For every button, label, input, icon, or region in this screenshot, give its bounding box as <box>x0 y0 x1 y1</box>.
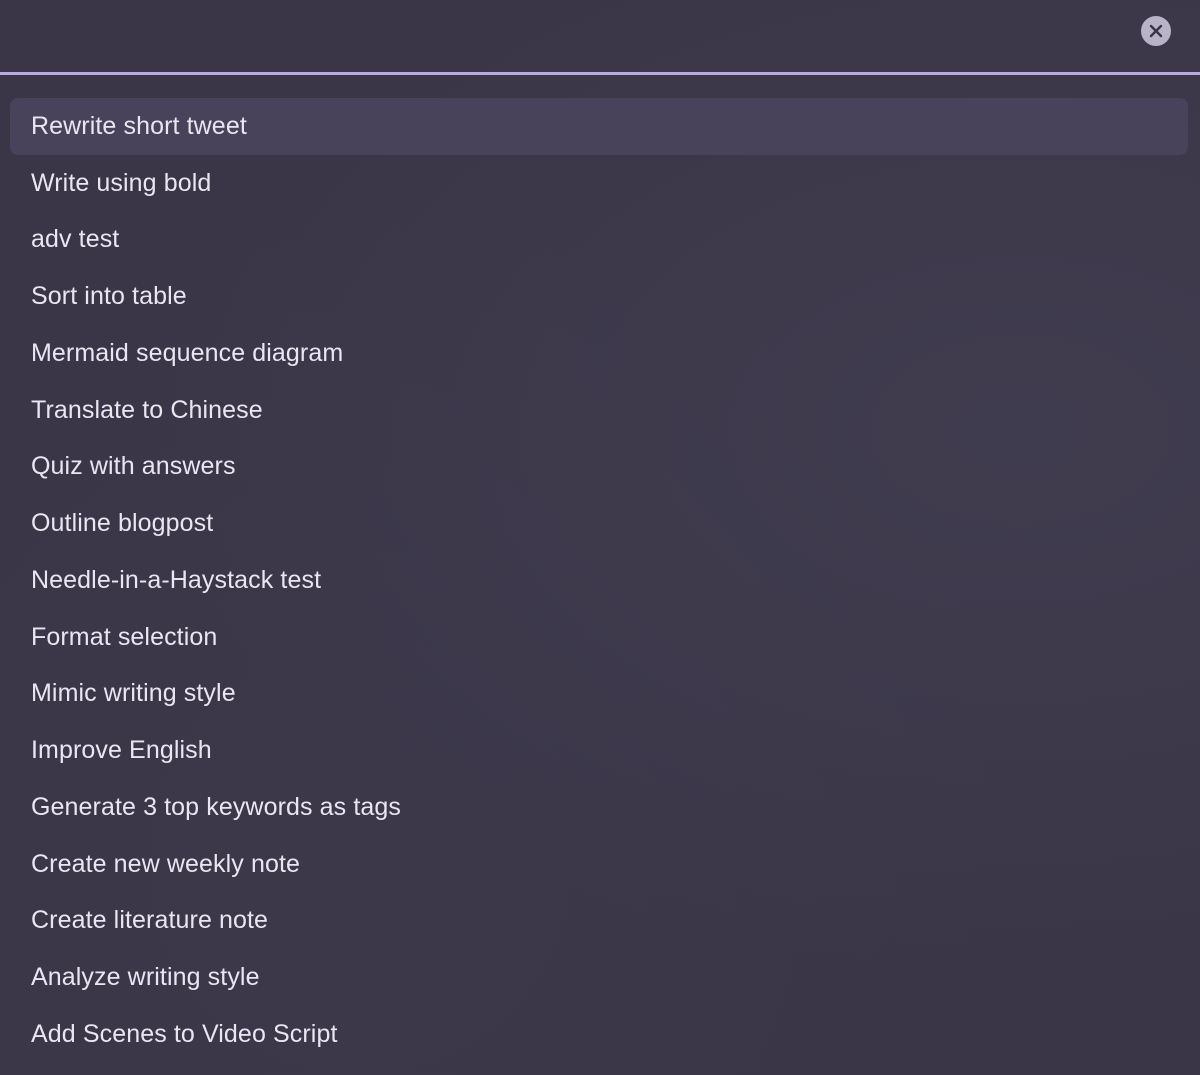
command-label: Quiz with answers <box>31 452 236 481</box>
command-item[interactable]: Add Scenes to Video Script <box>10 1006 1188 1063</box>
command-label: Improve English <box>31 736 212 765</box>
command-item[interactable]: Mimic writing style <box>10 666 1188 723</box>
command-label: Needle-in-a-Haystack test <box>31 565 322 594</box>
command-item[interactable]: Write using bold <box>10 155 1188 212</box>
command-item[interactable]: Format selection <box>10 609 1188 666</box>
command-item[interactable]: Create literature note <box>10 893 1188 950</box>
command-item[interactable]: Sort into table <box>10 268 1188 325</box>
command-label: adv test <box>31 225 120 254</box>
command-label: Mimic writing style <box>31 679 236 708</box>
command-item[interactable]: Translate to Chinese <box>10 382 1188 439</box>
command-list: Rewrite short tweet Write using bold adv… <box>10 98 1188 1063</box>
command-item[interactable]: Create new weekly note <box>10 836 1188 893</box>
command-item[interactable]: Mermaid sequence diagram <box>10 325 1188 382</box>
command-item[interactable]: Quiz with answers <box>10 439 1188 496</box>
command-label: Sort into table <box>31 282 187 311</box>
clear-search-button[interactable] <box>1141 16 1171 46</box>
command-palette: Rewrite short tweet Write using bold adv… <box>0 0 1200 1075</box>
command-label: Add Scenes to Video Script <box>31 1019 338 1048</box>
command-label: Generate 3 top keywords as tags <box>31 792 401 821</box>
command-label: Rewrite short tweet <box>31 111 247 140</box>
command-item[interactable]: Generate 3 top keywords as tags <box>10 779 1188 836</box>
command-label: Format selection <box>31 622 218 651</box>
command-item[interactable]: Needle-in-a-Haystack test <box>10 552 1188 609</box>
command-label: Translate to Chinese <box>31 395 263 424</box>
command-label: Mermaid sequence diagram <box>31 338 344 367</box>
search-header <box>0 0 1200 73</box>
close-icon <box>1149 24 1163 38</box>
command-item[interactable]: Analyze writing style <box>10 949 1188 1006</box>
command-label: Create literature note <box>31 906 269 935</box>
command-label: Write using bold <box>31 168 212 197</box>
command-item[interactable]: Improve English <box>10 722 1188 779</box>
command-item[interactable]: Outline blogpost <box>10 495 1188 552</box>
command-item[interactable]: adv test <box>10 212 1188 269</box>
search-input[interactable] <box>0 0 1120 73</box>
command-label: Analyze writing style <box>31 963 260 992</box>
command-label: Outline blogpost <box>31 509 214 538</box>
command-label: Create new weekly note <box>31 849 301 878</box>
search-divider <box>0 72 1200 75</box>
command-item[interactable]: Rewrite short tweet <box>10 98 1188 155</box>
